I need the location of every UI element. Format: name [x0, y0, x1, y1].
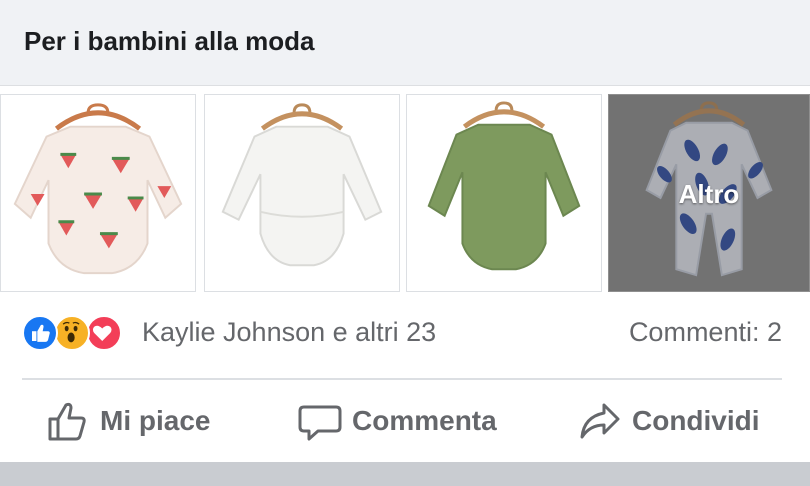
thumbs-up-icon — [48, 402, 86, 441]
like-button[interactable]: Mi piace — [44, 391, 210, 451]
feed-separator — [0, 462, 810, 486]
post-title[interactable]: Per i bambini alla moda — [24, 26, 314, 57]
divider — [22, 378, 782, 380]
green-onesie-image — [427, 101, 581, 271]
photo-watermelon-onesie[interactable] — [0, 94, 196, 292]
reaction-icons[interactable] — [22, 315, 132, 353]
post-header: Per i bambini alla moda — [0, 0, 810, 86]
photo-white-onesie[interactable] — [204, 94, 400, 292]
post-actions: Mi piace Commenta Condividi — [0, 385, 810, 457]
wow-reaction-icon — [54, 315, 90, 351]
love-reaction-icon — [86, 315, 122, 351]
white-onesie-image — [221, 103, 383, 267]
like-reaction-icon — [22, 315, 58, 351]
photo-green-onesie[interactable] — [406, 94, 602, 292]
share-arrow-icon — [580, 403, 620, 439]
reactions-summary: Kaylie Johnson e altri 23 Commenti: 2 — [0, 308, 810, 358]
photo-blue-leaf-sleeper[interactable]: Altro — [608, 94, 810, 292]
comment-button[interactable]: Commenta — [296, 391, 497, 451]
comments-count[interactable]: Commenti: 2 — [629, 317, 782, 348]
like-button-label: Mi piace — [100, 405, 211, 436]
more-photos-label[interactable]: Altro — [609, 179, 809, 210]
comment-bubble-icon — [298, 405, 342, 441]
photo-carousel: Altro — [0, 94, 810, 292]
share-button[interactable]: Condividi — [576, 391, 760, 451]
watermelon-onesie-image — [13, 103, 183, 275]
reactors-text[interactable]: Kaylie Johnson e altri 23 — [142, 317, 436, 348]
share-button-label: Condividi — [632, 405, 760, 436]
comment-button-label: Commenta — [352, 405, 497, 436]
